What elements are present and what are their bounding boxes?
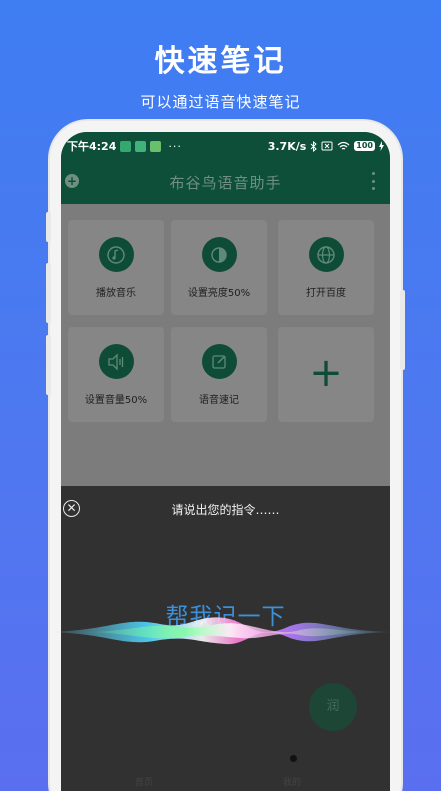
voice-input-sheet: ✕ 请说出您的指令…… 帮我记一下 润 首页 我的 (61, 486, 390, 791)
app-title: 布谷鸟语音助手 (169, 173, 282, 192)
status-right-group: 3.7K/s 100 (268, 140, 384, 153)
brightness-icon (201, 237, 237, 272)
bluetooth-icon (310, 140, 318, 152)
phone-side-button (46, 212, 51, 242)
more-menu-icon[interactable] (372, 172, 376, 190)
speaker-icon (98, 344, 134, 379)
tab-home[interactable]: 首页 (135, 775, 153, 788)
notification-app-icon (120, 140, 132, 152)
recognized-text: 帮我记一下 (165, 604, 286, 630)
promo-title: 快速笔记 (154, 44, 287, 79)
edit-note-icon (201, 344, 237, 379)
add-circle-icon[interactable]: + (65, 174, 79, 188)
phone-side-button (46, 263, 51, 323)
floating-action-button[interactable]: 润 (309, 683, 357, 731)
phone-screen: 下午4:24 ··· 3.7K/s 100 + 布谷鸟语音助手 播放音乐 设置亮… (61, 132, 390, 791)
tile-label: 设置亮度50% (187, 288, 251, 299)
network-speed: 3.7K/s (267, 139, 307, 153)
phone-side-button (46, 335, 51, 395)
tile-label: 播放音乐 (96, 288, 136, 299)
tile-voice-note[interactable]: 语音速记 (171, 327, 267, 422)
tile-label: 设置音量50% (84, 395, 148, 406)
wifi-icon (337, 141, 350, 150)
music-note-icon (98, 237, 134, 272)
plus-icon: + (309, 350, 343, 396)
tab-mine[interactable]: 我的 (283, 775, 301, 788)
status-more-dots: ··· (168, 139, 182, 153)
tile-add-command[interactable]: + (278, 327, 374, 422)
command-grid: 播放音乐 设置亮度50% 打开百度 设置音量50% 语音速记 + (61, 204, 390, 486)
phone-side-button (400, 290, 405, 370)
charging-icon (379, 141, 384, 151)
app-title-bar: + 布谷鸟语音助手 (61, 160, 390, 204)
voice-prompt: 请说出您的指令…… (171, 503, 280, 517)
notification-app-icon (150, 140, 162, 152)
battery-icon: 100 (354, 141, 375, 151)
tile-label: 打开百度 (306, 288, 346, 299)
tile-set-volume[interactable]: 设置音量50% (68, 327, 164, 422)
tile-label: 语音速记 (199, 395, 239, 406)
status-bar: 下午4:24 ··· 3.7K/s 100 (61, 132, 390, 160)
tile-open-baidu[interactable]: 打开百度 (278, 220, 374, 315)
sim-icon (321, 141, 333, 151)
promo-subtitle: 可以通过语音快速笔记 (140, 93, 301, 111)
globe-icon (308, 237, 344, 272)
tile-set-brightness[interactable]: 设置亮度50% (171, 220, 267, 315)
tile-play-music[interactable]: 播放音乐 (68, 220, 164, 315)
status-time: 下午4:24 (67, 140, 117, 153)
tab-indicator-dot (290, 755, 297, 762)
notification-app-icon (135, 140, 147, 152)
